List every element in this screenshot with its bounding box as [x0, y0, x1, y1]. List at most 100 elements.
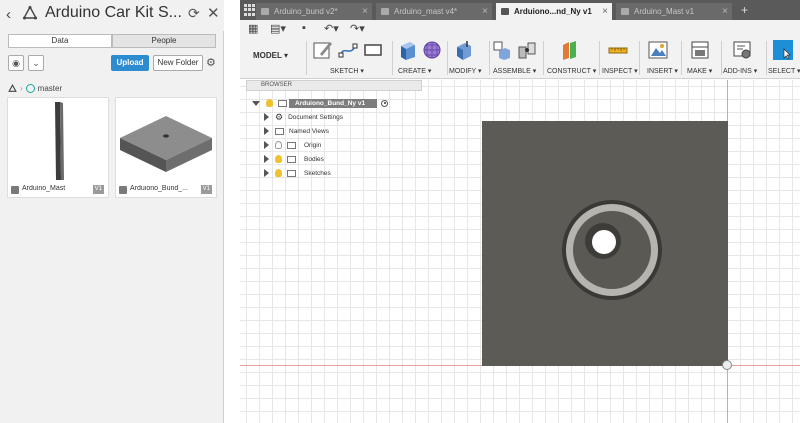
tree-item-label: Bodies — [304, 155, 324, 163]
toolbar-group-assemble[interactable]: ASSEMBLE ▾ — [491, 39, 543, 77]
tree-item-named-views[interactable]: Named Views — [264, 125, 329, 137]
lightbulb-off-icon[interactable] — [275, 141, 282, 149]
document-icon — [501, 8, 509, 15]
gear-icon: ⚙ — [275, 111, 284, 122]
document-tab[interactable]: Arduino_mast v4* × — [376, 3, 492, 20]
expand-arrow-icon[interactable] — [264, 155, 269, 163]
mesh-sphere-icon[interactable] — [421, 39, 443, 61]
toolbar-group-label[interactable]: INSPECT ▾ — [602, 67, 638, 75]
close-icon[interactable]: ✕ — [207, 4, 220, 22]
toolbar-group-sketch[interactable]: SKETCH ▾ — [310, 39, 392, 77]
expand-arrow-icon[interactable] — [264, 113, 269, 121]
toolbar-divider — [306, 41, 307, 75]
folder-icon — [287, 169, 296, 177]
joint-icon[interactable] — [516, 39, 538, 61]
new-folder-button[interactable]: New Folder — [153, 55, 203, 71]
browser-root[interactable]: Arduiono_Bund_Ny v1 — [252, 97, 389, 109]
new-tab-plus-icon[interactable]: + — [741, 3, 748, 17]
toolbar-group-create[interactable]: CREATE ▾ — [396, 39, 444, 77]
file-menu-icon[interactable]: ▤▾ — [270, 22, 286, 35]
toolbar-group-construct[interactable]: CONSTRUCT ▾ — [547, 39, 596, 77]
browser-root-label: Arduiono_Bund_Ny v1 — [289, 98, 378, 108]
breadcrumb: › master — [8, 82, 62, 94]
toolbar-group-label[interactable]: CONSTRUCT ▾ — [547, 67, 596, 75]
select-cursor-icon[interactable] — [772, 39, 794, 61]
toolbar-group-select[interactable]: SELECT ▾ — [768, 39, 800, 77]
lightbulb-icon[interactable] — [275, 169, 282, 177]
tree-item-sketches[interactable]: Sketches — [264, 167, 331, 179]
printer-icon[interactable] — [689, 39, 711, 61]
toolbar-divider — [392, 41, 393, 75]
toolbar-group-insert[interactable]: INSERT ▾ — [643, 39, 679, 77]
quick-access-toolbar: ▦ ▤▾ ▪ ↶▾ ↷▾ — [240, 20, 800, 37]
document-icon — [261, 8, 269, 15]
document-tab-active[interactable]: Arduiono...nd_Ny v1 × — [496, 3, 612, 20]
toolbar-group-label[interactable]: CREATE ▾ — [398, 67, 431, 75]
toolbar-group-label[interactable]: ADD-INS ▾ — [723, 67, 757, 75]
document-tab[interactable]: Arduino_Mast v1 × — [616, 3, 732, 20]
close-tab-icon[interactable]: × — [722, 3, 728, 20]
measure-icon[interactable] — [607, 39, 629, 61]
tree-item-origin[interactable]: Origin — [264, 139, 321, 151]
document-tab[interactable]: Arduino_bund v2* × — [256, 3, 372, 20]
main-window: Arduino_bund v2* × Arduino_mast v4* × Ar… — [240, 0, 800, 423]
expand-arrow-icon[interactable] — [264, 127, 269, 135]
redo-icon[interactable]: ↷▾ — [350, 22, 365, 35]
toolbar-group-modify[interactable]: MODIFY ▾ — [449, 39, 489, 77]
plane-icon[interactable] — [559, 39, 581, 61]
back-chevron-icon[interactable]: ‹ — [6, 6, 11, 23]
toolbar-group-label[interactable]: MODIFY ▾ — [449, 67, 482, 75]
tree-item-label: Sketches — [304, 169, 331, 177]
tree-item-document-settings[interactable]: ⚙ Document Settings — [264, 111, 343, 123]
refresh-icon[interactable]: ⟳ — [188, 5, 200, 22]
upload-button[interactable]: Upload — [111, 55, 149, 71]
toolbar-divider — [599, 41, 600, 75]
extrude-box-icon[interactable] — [396, 39, 418, 61]
lightbulb-icon[interactable] — [275, 155, 282, 163]
design-file-icon — [119, 186, 127, 194]
close-tab-icon[interactable]: × — [362, 3, 368, 20]
origin-point[interactable] — [722, 360, 732, 370]
image-icon[interactable] — [647, 39, 669, 61]
view-toggle-icon[interactable]: ◉ — [8, 55, 24, 71]
grid-icon[interactable]: ▦ — [248, 22, 258, 35]
press-pull-icon[interactable] — [453, 39, 475, 61]
through-hole[interactable] — [592, 230, 616, 254]
tree-item-bodies[interactable]: Bodies — [264, 153, 324, 165]
file-card[interactable]: Arduiono_Bund_... V1 — [115, 97, 217, 198]
workspace-label: MODEL — [253, 51, 282, 60]
expand-arrow-icon[interactable] — [264, 169, 269, 177]
file-card[interactable]: Arduino_Mast V1 — [7, 97, 109, 198]
rectangle-icon[interactable] — [362, 39, 384, 61]
undo-icon[interactable]: ↶▾ — [324, 22, 339, 35]
lightbulb-icon[interactable] — [266, 99, 273, 107]
apps-grid-icon[interactable] — [244, 4, 256, 16]
tab-people[interactable]: People — [112, 34, 216, 48]
chevron-down-icon[interactable]: ⌄ — [28, 55, 44, 71]
sketch-pencil-icon[interactable] — [312, 39, 334, 61]
close-tab-icon[interactable]: × — [482, 3, 488, 20]
toolbar-group-addins[interactable]: ADD-INS ▾ — [723, 39, 763, 77]
toolbar-group-label[interactable]: MAKE ▾ — [687, 67, 712, 75]
close-tab-icon[interactable]: × — [602, 3, 608, 20]
expand-arrow-icon[interactable] — [264, 141, 269, 149]
toolbar-group-make[interactable]: MAKE ▾ — [685, 39, 719, 77]
browser-header[interactable]: BROWSER — [246, 80, 422, 91]
toolbar-group-label[interactable]: SKETCH ▾ — [330, 67, 364, 75]
breadcrumb-branch[interactable]: master — [38, 84, 62, 93]
tab-data[interactable]: Data — [8, 34, 112, 48]
toolbar-group-label[interactable]: SELECT ▾ — [768, 67, 800, 75]
toolbar-group-label[interactable]: ASSEMBLE ▾ — [493, 67, 536, 75]
new-component-icon[interactable] — [491, 39, 513, 61]
workspace-switcher[interactable]: MODEL ▾ — [253, 51, 288, 60]
toolbar-group-inspect[interactable]: INSPECT ▾ — [602, 39, 639, 77]
addins-icon[interactable] — [731, 39, 753, 61]
project-hub-icon[interactable] — [8, 83, 17, 93]
activate-radio-icon[interactable] — [381, 99, 389, 107]
part-body[interactable] — [482, 121, 728, 366]
expand-arrow-icon[interactable] — [252, 100, 260, 106]
line-icon[interactable] — [337, 39, 359, 61]
save-icon[interactable]: ▪ — [302, 22, 306, 34]
gear-icon[interactable]: ⚙ — [206, 56, 216, 69]
toolbar-group-label[interactable]: INSERT ▾ — [647, 67, 678, 75]
